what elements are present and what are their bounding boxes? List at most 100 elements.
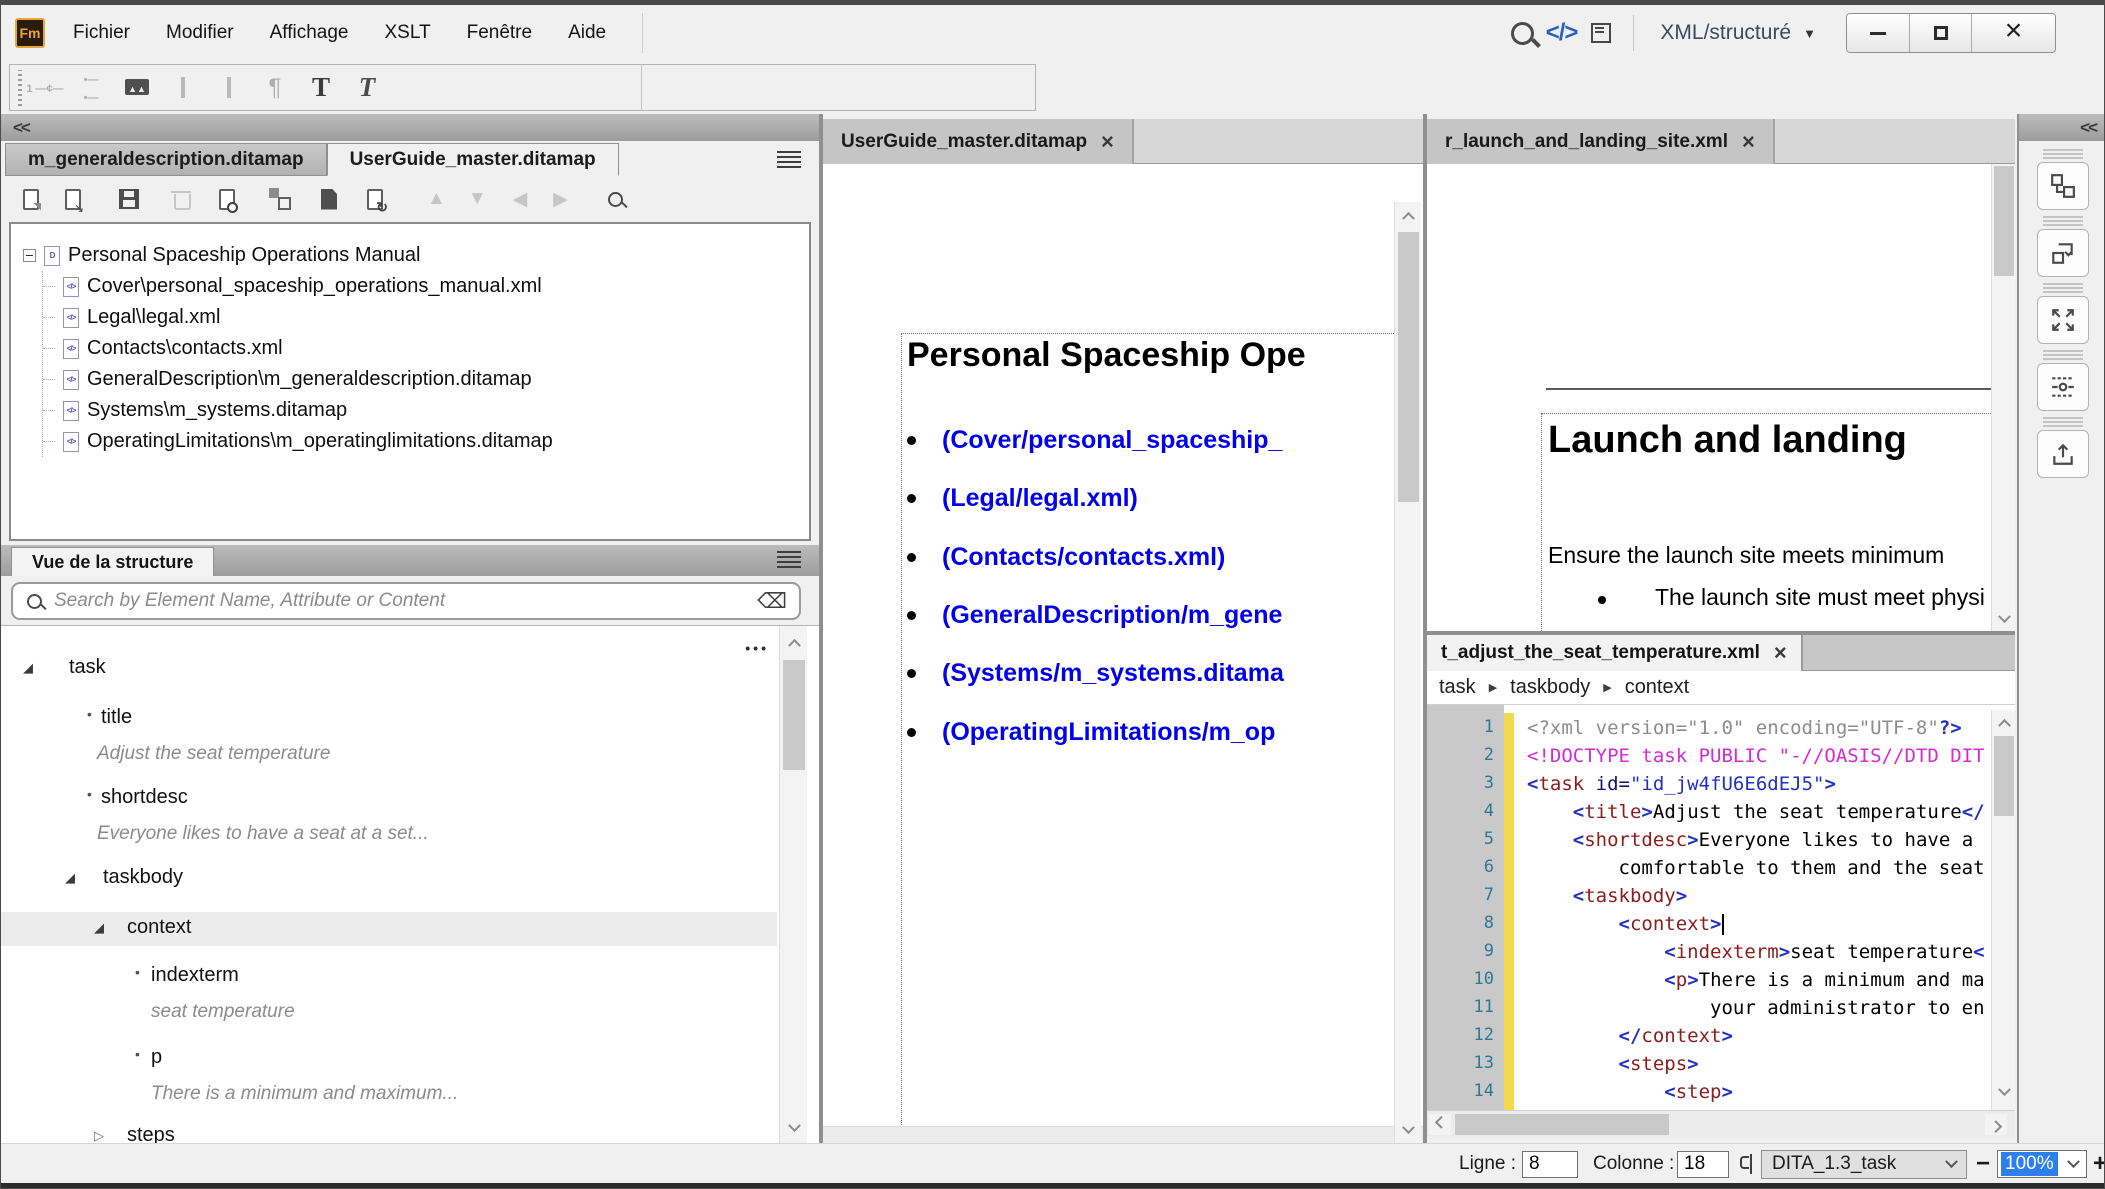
menu-fen-tre[interactable]: Fenêtre <box>467 22 532 44</box>
book-panel-collapse-bar[interactable]: << <box>1 114 819 141</box>
preview-icon[interactable] <box>219 189 235 210</box>
move-down-icon[interactable]: ▼ <box>468 188 487 210</box>
menu-fichier[interactable]: Fichier <box>73 22 130 44</box>
right-toolbar-collapse-bar[interactable]: << <box>2019 114 2105 141</box>
collapse-right-icon[interactable]: << <box>2080 118 2096 138</box>
topic-link[interactable]: (Legal/legal.xml) <box>942 484 1138 513</box>
scroll-down-icon[interactable] <box>1397 1119 1420 1141</box>
move-left-icon[interactable]: ◀ <box>513 188 528 211</box>
zoom-out-button[interactable]: − <box>1976 1144 1990 1184</box>
structure-node-everyone-likes-to-have-a-seat-at-a-set[interactable]: Everyone likes to have a seat at a set..… <box>1 819 777 853</box>
scroll-thumb[interactable] <box>783 660 805 770</box>
book-tree-item[interactable]: </>Contacts\contacts.xml <box>43 333 809 364</box>
close-tab-icon[interactable]: × <box>1774 642 1787 664</box>
structure-node-adjust-the-seat-temperature[interactable]: Adjust the seat temperature <box>1 739 777 773</box>
search-icon[interactable] <box>608 192 623 207</box>
menu-xslt[interactable]: XSLT <box>384 22 430 44</box>
element-boundaries-icon[interactable] <box>2037 363 2089 411</box>
panel-menu-icon[interactable] <box>777 151 801 168</box>
scroll-thumb[interactable] <box>1994 736 2014 816</box>
map-link-item[interactable]: (Cover/personal_spaceship_ <box>823 426 1398 466</box>
topic-link[interactable]: (GeneralDescription/m_gene <box>942 601 1282 630</box>
expanded-triangle-icon[interactable]: ◢ <box>23 660 33 676</box>
map-link-item[interactable]: (GeneralDescription/m_gene <box>823 601 1398 641</box>
code-h-scrollbar[interactable] <box>1427 1110 2015 1138</box>
expanded-triangle-icon[interactable]: ◢ <box>94 920 104 936</box>
save-icon[interactable] <box>119 189 139 209</box>
zoom-dropdown[interactable]: 100% <box>1997 1150 2087 1178</box>
scroll-thumb[interactable] <box>1398 232 1419 502</box>
breadcrumb-task[interactable]: task <box>1439 676 1476 699</box>
scroll-up-icon[interactable] <box>782 632 806 652</box>
book-tree-item[interactable]: </>Systems\m_systems.ditamap <box>43 395 809 426</box>
zoom-in-button[interactable]: + <box>2093 1144 2105 1184</box>
pilcrow-icon[interactable] <box>269 74 282 102</box>
map-scrollbar[interactable] <box>1394 202 1421 1143</box>
structure-node-context[interactable]: ◢context <box>1 912 777 946</box>
structure-node-shortdesc[interactable]: •shortdesc <box>1 782 777 816</box>
image-icon[interactable] <box>125 79 149 97</box>
numbered-list-icon[interactable] <box>26 79 63 97</box>
structure-scrollbar[interactable] <box>779 626 807 1143</box>
structured-canvas-icon[interactable] <box>1591 23 1611 43</box>
topic-document-canvas[interactable]: Launch and landing Ensure the launch sit… <box>1427 164 2015 631</box>
import-swap-icon[interactable] <box>2037 229 2089 277</box>
map-scroll-strip[interactable] <box>823 1126 1423 1143</box>
topic-link[interactable]: (OperatingLimitations/m_op <box>942 718 1275 747</box>
collapsed-triangle-icon[interactable]: ▷ <box>94 1128 104 1143</box>
tab-m-generaldescription-ditamap[interactable]: m_generaldescription.ditamap <box>5 143 327 176</box>
breadcrumb-taskbody[interactable]: taskbody <box>1510 676 1590 699</box>
structure-node-indexterm[interactable]: •indexterm <box>1 960 777 994</box>
book-tree-root[interactable]: DPersonal Spaceship Operations Manual <box>23 240 809 271</box>
import-file-icon[interactable] <box>65 189 81 210</box>
code-editor-area[interactable]: 1234567891011121314 <?xml version="1.0" … <box>1427 705 2015 1110</box>
close-button[interactable]: × <box>1971 14 2055 52</box>
bullet-list-icon[interactable] <box>84 70 99 106</box>
scroll-down-icon[interactable] <box>1993 609 2015 629</box>
bold-icon[interactable] <box>312 72 330 103</box>
element-tag-dropdown[interactable]: DITA_1.3_task <box>1761 1150 1967 1179</box>
italic-icon[interactable] <box>359 72 376 103</box>
clear-search-icon[interactable]: ⌫ <box>757 589 787 614</box>
tab-userguide-master-ditamap[interactable]: UserGuide_master.ditamap <box>327 143 619 176</box>
book-tree-item[interactable]: </>GeneralDescription\m_generaldescripti… <box>43 364 809 395</box>
structure-node-steps[interactable]: ▷steps <box>1 1120 777 1143</box>
collapse-node-icon[interactable] <box>23 249 36 262</box>
expanded-triangle-icon[interactable]: ◢ <box>65 870 75 886</box>
structure-node-there-is-a-minimum-and-maximum[interactable]: There is a minimum and maximum... <box>1 1079 777 1113</box>
scroll-thumb[interactable] <box>1455 1114 1669 1135</box>
new-file-icon[interactable] <box>23 189 39 210</box>
map-document-canvas[interactable]: Personal Spaceship Ope (Cover/personal_s… <box>823 164 1423 1143</box>
insert-map-icon[interactable] <box>269 188 291 210</box>
map-link-item[interactable]: (OperatingLimitations/m_op <box>823 718 1398 758</box>
close-tab-icon[interactable]: × <box>1742 131 1755 153</box>
line-input[interactable] <box>1522 1151 1578 1178</box>
minimize-button[interactable] <box>1847 14 1909 52</box>
insert-topic-icon[interactable] <box>321 189 337 210</box>
refresh-icon[interactable] <box>367 189 383 210</box>
menu-aide[interactable]: Aide <box>568 22 606 44</box>
structure-node-seat-temperature[interactable]: seat temperature <box>1 997 777 1031</box>
scroll-down-icon[interactable] <box>1993 1082 2015 1102</box>
scroll-right-icon[interactable] <box>1985 1114 2007 1135</box>
tab-userguide-master[interactable]: UserGuide_master.ditamap × <box>823 119 1134 164</box>
tab-adjust-seat-temperature[interactable]: t_adjust_the_seat_temperature.xml × <box>1427 635 1803 671</box>
maximize-button[interactable] <box>1909 14 1971 52</box>
move-right-icon[interactable]: ▶ <box>553 188 568 211</box>
structure-tree[interactable]: ••• ◢task•titleAdjust the seat temperatu… <box>1 625 819 1143</box>
collapse-left-icon[interactable]: << <box>13 118 29 138</box>
topic-link[interactable]: (Cover/personal_spaceship_ <box>942 426 1282 455</box>
structure-node-taskbody[interactable]: ◢taskbody <box>1 862 777 896</box>
scroll-thumb[interactable] <box>1994 166 2014 276</box>
tab-structure-view[interactable]: Vue de la structure <box>11 547 214 576</box>
map-link-item[interactable]: (Systems/m_systems.ditama <box>823 659 1398 699</box>
text-frame-icon[interactable] <box>227 79 231 97</box>
structure-node-task[interactable]: ◢task <box>1 652 777 686</box>
code-scrollbar[interactable] <box>1991 710 2015 1110</box>
map-link-item[interactable]: (Legal/legal.xml) <box>823 484 1398 524</box>
column-input[interactable] <box>1677 1151 1729 1178</box>
menu-affichage[interactable]: Affichage <box>270 22 349 44</box>
structure-panel-menu-icon[interactable] <box>777 551 801 568</box>
code-view-icon[interactable]: </> <box>1546 19 1578 47</box>
close-tab-icon[interactable]: × <box>1101 131 1114 153</box>
